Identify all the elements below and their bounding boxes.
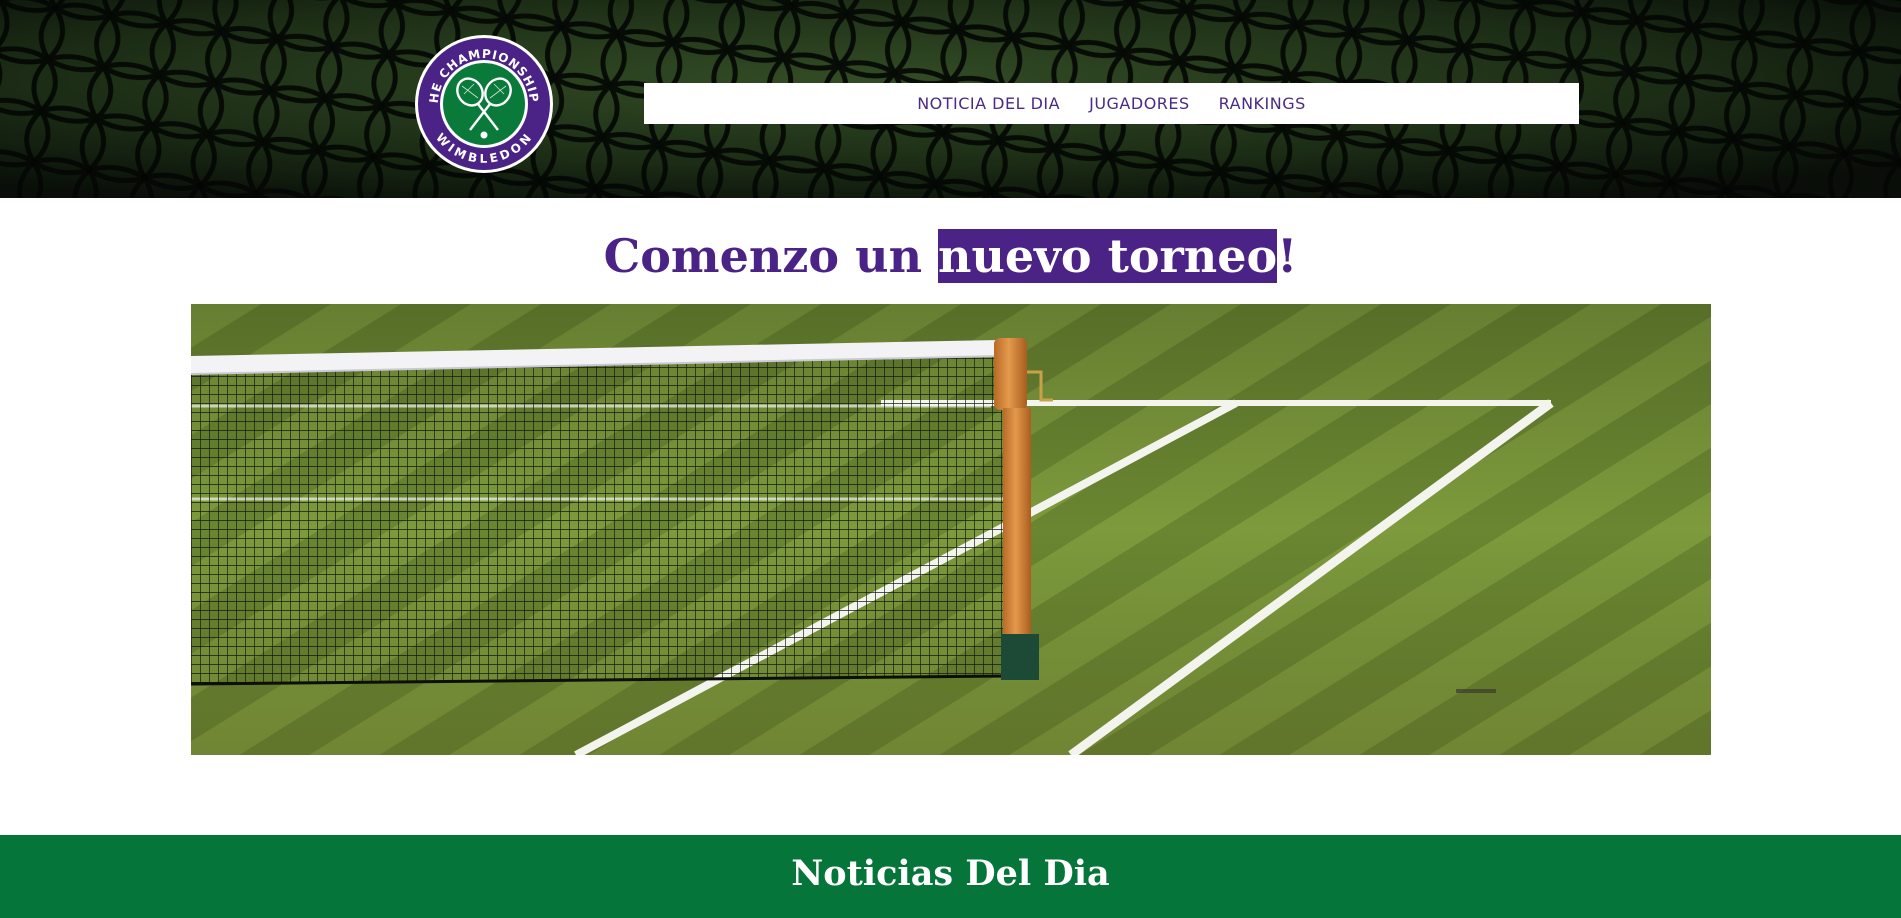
nav-link-noticia-del-dia[interactable]: NOTICIA DEL DIA — [917, 94, 1060, 113]
main-nav: NOTICIA DEL DIA JUGADORES RANKINGS — [644, 83, 1579, 124]
hero-title-start: Comenzo un — [603, 229, 939, 283]
nav-link-jugadores[interactable]: JUGADORES — [1089, 94, 1190, 113]
hero-title: Comenzo un nuevo torneo! — [0, 222, 1901, 290]
news-title: Noticias Del Dia — [791, 853, 1110, 894]
tennis-court-image — [191, 304, 1711, 755]
hero-title-end: ! — [1277, 229, 1298, 283]
nav-link-rankings[interactable]: RANKINGS — [1219, 94, 1306, 113]
wimbledon-logo[interactable]: THE CHAMPIONSHIPS WIMBLEDON — [409, 23, 554, 174]
news-section-header: Noticias Del Dia — [0, 835, 1901, 918]
site-header: THE CHAMPIONSHIPS WIMBLEDON NOTICIA DEL … — [0, 0, 1901, 198]
hero-title-highlight: nuevo torneo — [938, 229, 1278, 283]
